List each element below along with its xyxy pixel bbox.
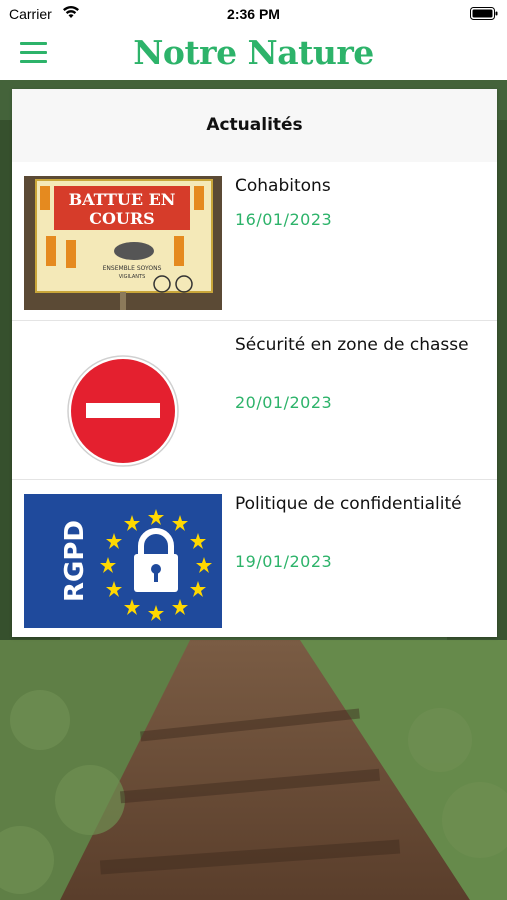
- news-item-title: Cohabitons: [235, 176, 331, 196]
- news-header: Actualités: [12, 89, 497, 162]
- battery-icon: [470, 7, 498, 20]
- rgpd-text: RGPD: [60, 520, 90, 602]
- news-item-title: Sécurité en zone de chasse: [235, 335, 469, 355]
- battue-en-cours-thumbnail: BATTUE EN COURS ENSEMBLE SOYONS VIGILANT…: [24, 176, 222, 310]
- news-item-cohabitons[interactable]: BATTUE EN COURS ENSEMBLE SOYONS VIGILANT…: [12, 162, 497, 321]
- battue-caption-line1: ENSEMBLE SOYONS: [103, 265, 162, 272]
- news-item-date: 16/01/2023: [235, 210, 333, 229]
- battue-text-line1: BATTUE EN: [69, 190, 176, 209]
- news-item-politique[interactable]: RGPD Politique de confidentialité 19/01/…: [12, 480, 497, 638]
- news-header-title: Actualités: [206, 115, 303, 135]
- battue-text-line2: COURS: [89, 209, 154, 228]
- app-title: Notre Nature: [133, 33, 374, 72]
- status-time: 2:36 PM: [227, 6, 280, 22]
- news-item-title: Politique de confidentialité: [235, 494, 462, 514]
- status-bar: Carrier 2:36 PM: [0, 0, 507, 28]
- news-item-securite[interactable]: Sécurité en zone de chasse 20/01/2023: [12, 321, 497, 480]
- news-item-date: 19/01/2023: [235, 552, 333, 571]
- navigation-bar: Notre Nature: [0, 28, 507, 80]
- news-item-date: 20/01/2023: [235, 393, 333, 412]
- rgpd-thumbnail: RGPD: [24, 494, 222, 628]
- battue-caption-line2: VIGILANTS: [119, 274, 146, 280]
- news-card: Actualités BATTUE EN COURS ENSEMBLE SOYO…: [12, 89, 497, 637]
- no-entry-sign-icon: [24, 335, 222, 469]
